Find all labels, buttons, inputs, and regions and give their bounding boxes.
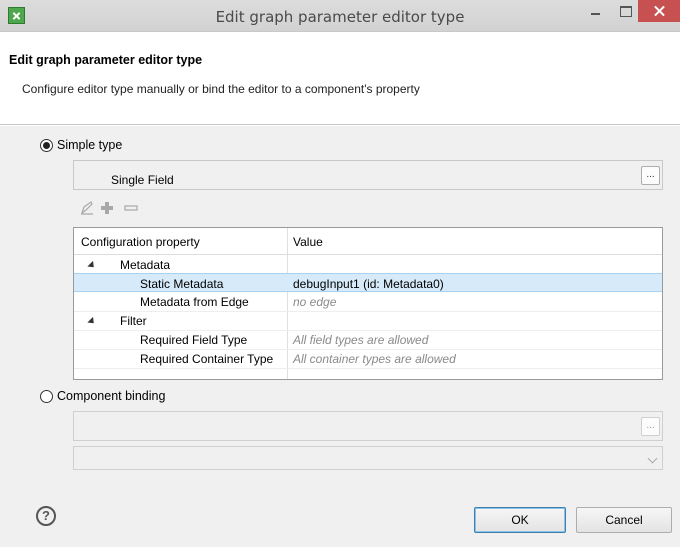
row-name: Required Container Type bbox=[140, 352, 274, 366]
row-name: Static Metadata bbox=[140, 277, 224, 291]
table-row-required-field-type[interactable]: Required Field Type All field types are … bbox=[74, 330, 662, 349]
help-icon[interactable]: ? bbox=[36, 506, 56, 526]
simple-type-radio[interactable] bbox=[40, 139, 53, 152]
component-binding-label[interactable]: Component binding bbox=[57, 389, 165, 403]
table-row-metadata-from-edge[interactable]: Metadata from Edge no edge bbox=[74, 292, 662, 311]
row-value: no edge bbox=[293, 295, 337, 309]
collapse-icon[interactable] bbox=[87, 260, 97, 271]
title-bar: Edit graph parameter editor type bbox=[0, 0, 680, 32]
row-value: All field types are allowed bbox=[293, 333, 429, 347]
component-property-select[interactable] bbox=[73, 446, 663, 470]
ok-button[interactable]: OK bbox=[474, 507, 566, 533]
row-name: Filter bbox=[120, 314, 147, 328]
table-row-static-metadata[interactable]: Static Metadata debugInput1 (id: Metadat… bbox=[74, 273, 662, 292]
window-title: Edit graph parameter editor type bbox=[215, 8, 465, 26]
row-divider bbox=[74, 368, 662, 369]
simple-type-value: Single Field bbox=[111, 173, 174, 187]
edit-icon[interactable] bbox=[80, 201, 94, 218]
simple-type-field[interactable]: Single Field bbox=[73, 160, 663, 190]
remove-icon[interactable] bbox=[124, 201, 138, 218]
column-header-value[interactable]: Value bbox=[293, 235, 323, 249]
row-name: Metadata from Edge bbox=[140, 295, 249, 309]
dialog-header: Edit graph parameter editor type Configu… bbox=[0, 32, 680, 125]
component-binding-field[interactable] bbox=[73, 411, 663, 441]
table-row-filter-group[interactable]: Filter bbox=[74, 311, 662, 330]
cancel-button[interactable]: Cancel bbox=[576, 507, 672, 533]
column-header-property[interactable]: Configuration property bbox=[81, 235, 200, 249]
collapse-icon[interactable] bbox=[87, 316, 97, 327]
table-header-row: Configuration property Value bbox=[74, 228, 662, 255]
maximize-button[interactable] bbox=[612, 0, 638, 22]
component-binding-browse-button[interactable]: ... bbox=[641, 417, 660, 436]
close-button[interactable] bbox=[638, 0, 680, 22]
dialog-heading: Edit graph parameter editor type bbox=[9, 53, 203, 67]
row-value: debugInput1 (id: Metadata0) bbox=[293, 277, 444, 291]
dialog-description: Configure editor type manually or bind t… bbox=[22, 82, 420, 96]
simple-type-label[interactable]: Simple type bbox=[57, 138, 122, 152]
row-name: Required Field Type bbox=[140, 333, 248, 347]
add-icon[interactable] bbox=[100, 201, 114, 218]
table-row-required-container-type[interactable]: Required Container Type All container ty… bbox=[74, 349, 662, 368]
table-row-metadata-group[interactable]: Metadata bbox=[74, 255, 662, 274]
minimize-button[interactable] bbox=[582, 0, 608, 22]
row-value: All container types are allowed bbox=[293, 352, 456, 366]
simple-type-browse-button[interactable]: ... bbox=[641, 166, 660, 185]
row-name: Metadata bbox=[120, 258, 171, 272]
chevron-down-icon bbox=[647, 453, 658, 464]
component-binding-radio[interactable] bbox=[40, 390, 53, 403]
configuration-table: Configuration property Value Metadata St… bbox=[73, 227, 663, 380]
